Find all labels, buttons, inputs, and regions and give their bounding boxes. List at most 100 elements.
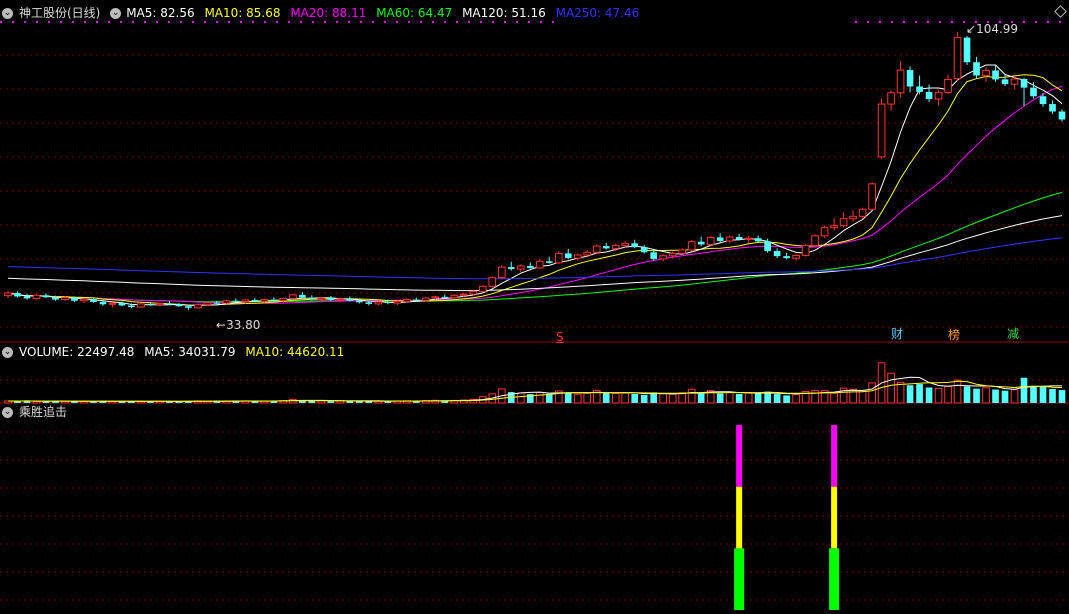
candle-body (469, 290, 478, 295)
candle-body (213, 302, 221, 304)
volume-bar (32, 400, 41, 404)
candle-body (877, 103, 886, 158)
volume-bar (811, 389, 819, 404)
candle-body (421, 297, 430, 301)
candle-body (602, 246, 610, 249)
candle-body (241, 299, 250, 303)
volume-bar (992, 389, 999, 403)
volume-bar (1058, 390, 1066, 403)
indicator-header: ⌄ 乘胜追击 (2, 405, 73, 419)
candle-body (166, 303, 173, 305)
candle-body (14, 292, 21, 297)
candle-body (706, 236, 715, 245)
volume-bar (925, 387, 933, 403)
volume-bar (308, 400, 316, 403)
candle-body (374, 301, 383, 305)
volume-bar (631, 393, 639, 403)
candle-body (811, 235, 819, 247)
volume-bars (4, 362, 1066, 404)
candle-body (887, 92, 895, 105)
chevron-down-icon[interactable]: ⌄ (110, 8, 122, 19)
candle-body (906, 70, 914, 87)
candle-body (497, 266, 506, 279)
ma5-line (7, 64, 1063, 306)
volume-bar (516, 392, 525, 404)
candle-body (450, 294, 459, 299)
chevron-down-icon[interactable]: ⌄ (2, 407, 13, 418)
candle-body (849, 215, 857, 220)
candle-body (317, 297, 326, 300)
candle-body (90, 299, 97, 302)
candle-body (992, 70, 999, 80)
candle-body (289, 294, 297, 299)
bang-marker: 榜 (948, 328, 961, 342)
volume-bar (744, 392, 753, 404)
s-marker: S (556, 330, 564, 344)
candle-body (128, 305, 135, 308)
low-price-marker: ←33.80 (216, 318, 261, 332)
candle-body (279, 297, 288, 301)
ma120-label: MA120: 51.16 (462, 6, 546, 20)
candle-body (384, 301, 392, 304)
volume-bar (868, 382, 876, 404)
candle-body (678, 249, 687, 254)
candle-body (308, 297, 316, 300)
volume-bar (583, 392, 592, 404)
signal-bar-segment (831, 425, 838, 487)
candle-body (792, 254, 800, 259)
ma250-line (7, 237, 1063, 280)
main-chart-header: ⌄ 神工股份(日线) ⌄ MA5: 82.56 MA10: 85.68 MA20: … (2, 6, 645, 20)
candle-body (336, 298, 345, 301)
candle-body (650, 252, 658, 259)
candle-body (611, 245, 620, 249)
candle-body (973, 62, 980, 76)
candle-body (431, 296, 440, 299)
candle-body (944, 78, 952, 93)
candle-body (1030, 87, 1037, 97)
ma20-label: MA20: 88.11 (290, 6, 367, 20)
candle-body (71, 297, 78, 301)
high-price-marker: ↙104.99 (966, 22, 1019, 36)
candle-body (108, 302, 117, 305)
volume-bar (697, 392, 705, 403)
volume-bar (1049, 388, 1056, 403)
signal-bar-segment (736, 425, 743, 487)
candle-body (137, 303, 145, 308)
candle-body (963, 37, 971, 63)
chart-canvas[interactable] (0, 0, 1069, 614)
candle-body (982, 69, 990, 77)
volume-bar (773, 394, 781, 403)
volume-bar (916, 384, 923, 403)
candle-body (640, 247, 648, 253)
candle-body (251, 299, 259, 302)
volume-bar (716, 393, 724, 403)
candle-body (478, 285, 487, 292)
volume-bar (754, 393, 762, 403)
volume-label: VOLUME: 22497.48 (19, 345, 135, 359)
candle-body (459, 293, 468, 296)
volume-bar (783, 395, 790, 403)
ma20-line (7, 85, 1063, 304)
candle-body (801, 245, 810, 256)
chevron-down-icon[interactable]: ⌄ (2, 347, 13, 358)
candle-body (583, 251, 592, 256)
signal-bar-segment (831, 486, 838, 549)
volume-bar (906, 385, 914, 403)
candle-body (535, 260, 544, 269)
chevron-down-icon[interactable]: ⌄ (2, 8, 13, 19)
candle-body (507, 267, 515, 270)
volume-bar (573, 393, 582, 404)
volume-bar (792, 394, 800, 404)
candle-body (61, 297, 69, 301)
candle-body (953, 37, 962, 80)
volume-bar (545, 393, 553, 403)
candle-body (23, 296, 31, 299)
volume-bar (346, 401, 354, 403)
candle-body (1039, 96, 1047, 105)
volume-ma10-label: MA10: 44620.11 (245, 345, 345, 359)
candle-body (222, 300, 231, 304)
candle-body (299, 294, 306, 298)
candle-body (52, 297, 59, 300)
candle-body (783, 256, 790, 259)
volume-bar (659, 393, 668, 404)
